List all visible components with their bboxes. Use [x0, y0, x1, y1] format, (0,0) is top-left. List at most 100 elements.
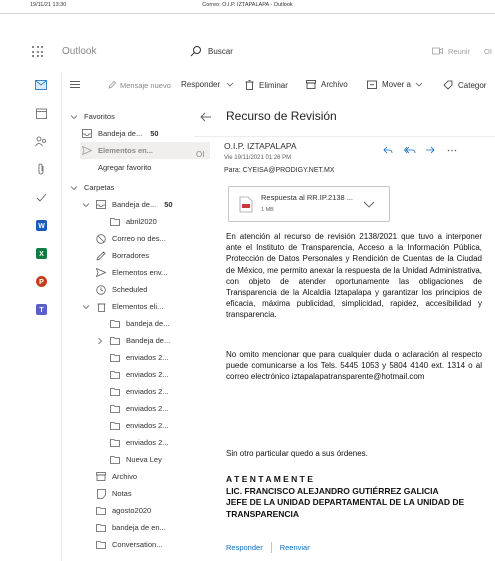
folder-item[interactable]: Elementos eli... — [82, 298, 163, 315]
folder-item[interactable]: bandeja de en... — [96, 519, 166, 536]
command-bar: Mensaje nuevo Responder Eliminar Archivo… — [62, 72, 495, 96]
folder-icon — [110, 370, 120, 380]
trash-icon — [96, 302, 106, 312]
back-arrow-icon[interactable] — [200, 112, 212, 122]
folder-item[interactable]: enviados 2... — [110, 383, 169, 400]
word-icon[interactable]: W — [34, 218, 48, 232]
folder-item[interactable]: enviados 2... — [110, 434, 169, 451]
folder-item[interactable]: Notas — [96, 485, 132, 502]
folder-label: Archivo — [112, 472, 138, 481]
folder-label: Nueva Ley — [126, 455, 162, 464]
sender-avatar: OI — [196, 150, 205, 159]
folder-item[interactable]: agosto2020 — [96, 502, 151, 519]
folder-icon — [110, 319, 120, 329]
folder-label: Elementos env... — [112, 268, 168, 277]
move-folder-icon — [367, 80, 377, 89]
move-to-button[interactable]: Mover a — [367, 80, 423, 89]
favorites-header[interactable]: Favoritos — [70, 108, 115, 125]
more-options-icon[interactable] — [446, 144, 458, 156]
folder-icon — [110, 404, 120, 414]
meet-now-icon[interactable] — [432, 46, 443, 56]
chevron-down-icon[interactable] — [363, 199, 375, 209]
reply-icon[interactable] — [382, 144, 394, 156]
folder-item[interactable]: Conversation... — [96, 536, 162, 553]
archive-button[interactable]: Archivo — [306, 80, 348, 89]
trash-icon — [245, 80, 254, 90]
message-paragraph: En atención al recurso de revisión 2138/… — [226, 232, 482, 320]
folder-item[interactable]: enviados 2... — [110, 366, 169, 383]
message-paragraph: No omito mencionar que para cualquier du… — [226, 350, 482, 382]
attachment-name: Respuesta al RR.IP.2138 ... — [261, 193, 353, 202]
chevron-down-icon[interactable] — [226, 82, 234, 88]
folder-item[interactable]: Archivo — [96, 468, 137, 485]
folder-icon — [96, 540, 106, 550]
teams-icon[interactable]: T — [34, 302, 48, 316]
delete-button[interactable]: Eliminar — [245, 80, 288, 90]
message-closing: Sin otro particular quedo a sus órdenes. — [226, 449, 368, 458]
archive-icon — [96, 472, 106, 482]
folder-item[interactable]: Borradores — [96, 247, 149, 264]
folder-label: bandeja de... — [126, 319, 170, 328]
reply-button[interactable]: Responder — [181, 80, 234, 89]
favorite-inbox[interactable]: Bandeja de... 50 — [82, 125, 159, 142]
folder-label: Notas — [112, 489, 132, 498]
new-mail-button[interactable]: Mensaje nuevo — [120, 81, 171, 90]
folder-icon — [110, 353, 120, 363]
meet-now-button[interactable]: Reunir — [448, 47, 470, 56]
folder-label: abril2020 — [126, 217, 157, 226]
calendar-icon[interactable] — [34, 106, 48, 120]
folder-item[interactable]: Nueva Ley — [110, 451, 162, 468]
notes-icon — [96, 488, 106, 499]
sender-name[interactable]: O.I.P. IZTAPALAPA — [224, 141, 297, 151]
attachment-icon[interactable] — [34, 162, 48, 176]
add-favorite-link[interactable]: Agregar favorito — [98, 159, 151, 176]
folder-label: Conversation... — [112, 540, 163, 549]
forward-link[interactable]: Reenviar — [280, 543, 310, 552]
favorite-sent[interactable]: Elementos en... — [79, 142, 211, 159]
excel-icon[interactable]: X — [34, 246, 48, 260]
new-mail-icon[interactable] — [108, 81, 116, 89]
unread-count: 50 — [164, 200, 173, 209]
junk-icon — [96, 233, 106, 244]
signature-line: LIC. FRANCISCO ALEJANDRO GUTIÉRREZ GALIC… — [226, 485, 439, 496]
folder-item[interactable]: Bandeja de... — [96, 332, 170, 349]
folder-item[interactable]: enviados 2... — [110, 349, 169, 366]
hamburger-menu-icon[interactable] — [70, 81, 80, 88]
folder-label: Correo no des... — [112, 234, 166, 243]
folder-item[interactable]: enviados 2... — [110, 400, 169, 417]
folder-icon — [110, 336, 120, 346]
message-recipients: Para: CYEISA@PRODIGY.NET.MX — [224, 167, 335, 174]
window-titlebar: 19/11/21 13:30 Correo: O.I.P. IZTAPALAPA… — [0, 0, 495, 14]
reply-all-icon[interactable] — [404, 144, 416, 156]
account-initials[interactable]: OI — [484, 47, 492, 56]
folder-item[interactable]: bandeja de... — [110, 315, 169, 332]
message-date: Vie 19/11/2021 01:26 PM — [224, 155, 292, 161]
message-actions — [382, 144, 492, 156]
categorize-button[interactable]: Categor — [443, 80, 486, 90]
folder-item[interactable]: Bandeja de... 50 — [82, 196, 173, 213]
people-icon[interactable] — [34, 134, 48, 148]
folder-label: enviados 2... — [126, 370, 169, 379]
folder-icon — [110, 217, 120, 227]
folder-label: Elementos en... — [98, 146, 154, 155]
app-launcher-icon[interactable] — [32, 46, 44, 58]
folder-item[interactable]: Correo no des... — [96, 230, 166, 247]
folder-label: Agregar favorito — [98, 163, 152, 172]
powerpoint-icon[interactable]: P — [34, 274, 48, 288]
mail-icon[interactable] — [34, 78, 48, 92]
search-icon[interactable] — [190, 45, 202, 57]
attachment-card[interactable]: Respuesta al RR.IP.2138 ... 1 MB — [228, 186, 390, 222]
attachment-size: 1 MB — [261, 207, 274, 213]
folder-item[interactable]: Elementos env... — [96, 264, 167, 281]
folder-label: Favoritos — [84, 112, 115, 121]
forward-icon[interactable] — [424, 144, 436, 156]
categorize-label: Categor — [458, 80, 487, 90]
folders-header[interactable]: Carpetas — [70, 179, 114, 196]
search-input[interactable]: Buscar — [208, 47, 233, 56]
folder-item[interactable]: abril2020 — [110, 213, 157, 230]
todo-icon[interactable] — [34, 190, 48, 204]
folder-item[interactable]: Scheduled — [96, 281, 147, 298]
send-icon — [82, 146, 92, 156]
folder-item[interactable]: enviados 2... — [110, 417, 169, 434]
reply-link[interactable]: Responder — [226, 543, 263, 552]
